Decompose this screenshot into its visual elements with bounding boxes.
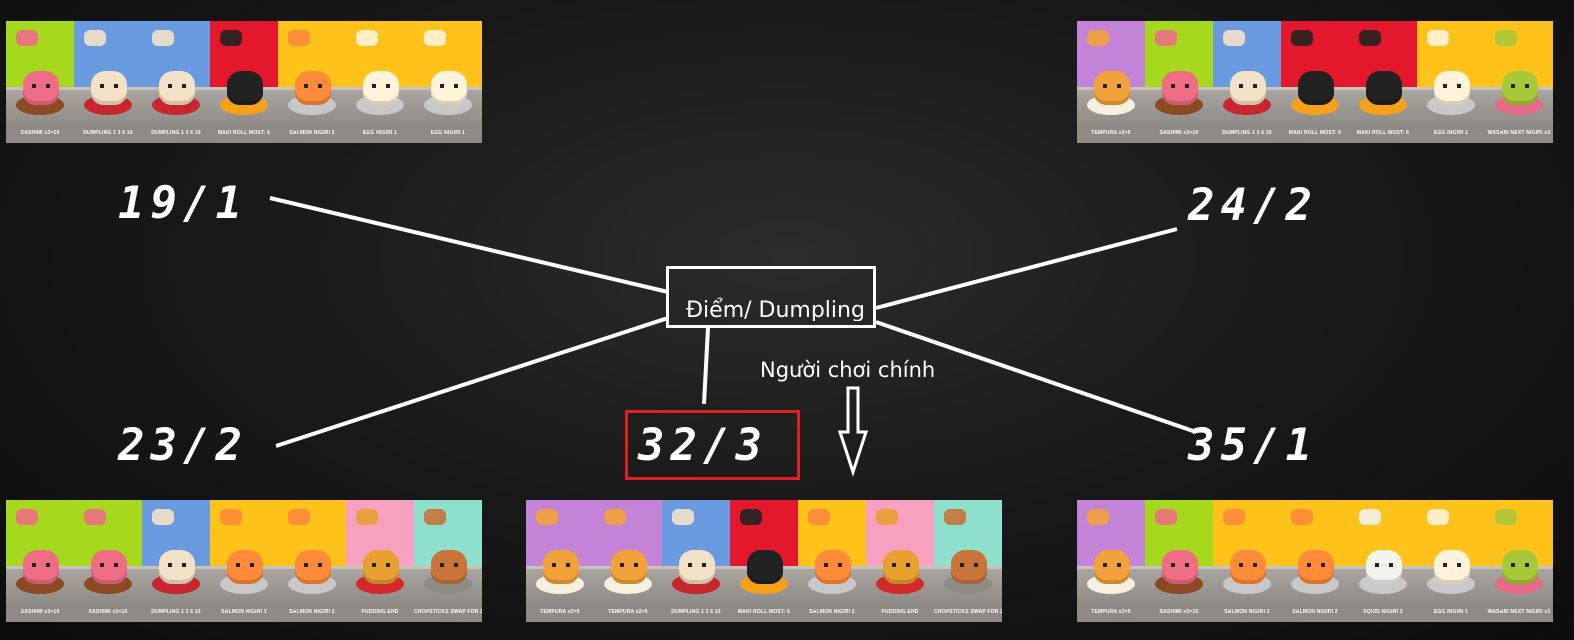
line-bottom-left (275, 316, 669, 448)
line-main (702, 327, 710, 405)
main-player-label: Người chơi chính (760, 358, 936, 382)
score-top-right: 24/2 (1188, 180, 1318, 231)
center-label: Điểm/ Dumpling (686, 298, 865, 321)
line-top-left (269, 196, 669, 294)
line-top-right (875, 227, 1178, 310)
down-arrow-icon (837, 386, 869, 477)
score-bottom-left: 23/2 (118, 420, 248, 471)
main-score-highlight (625, 410, 800, 480)
score-bottom-right: 35/1 (1188, 420, 1318, 471)
score-top-left: 19/1 (118, 178, 248, 229)
